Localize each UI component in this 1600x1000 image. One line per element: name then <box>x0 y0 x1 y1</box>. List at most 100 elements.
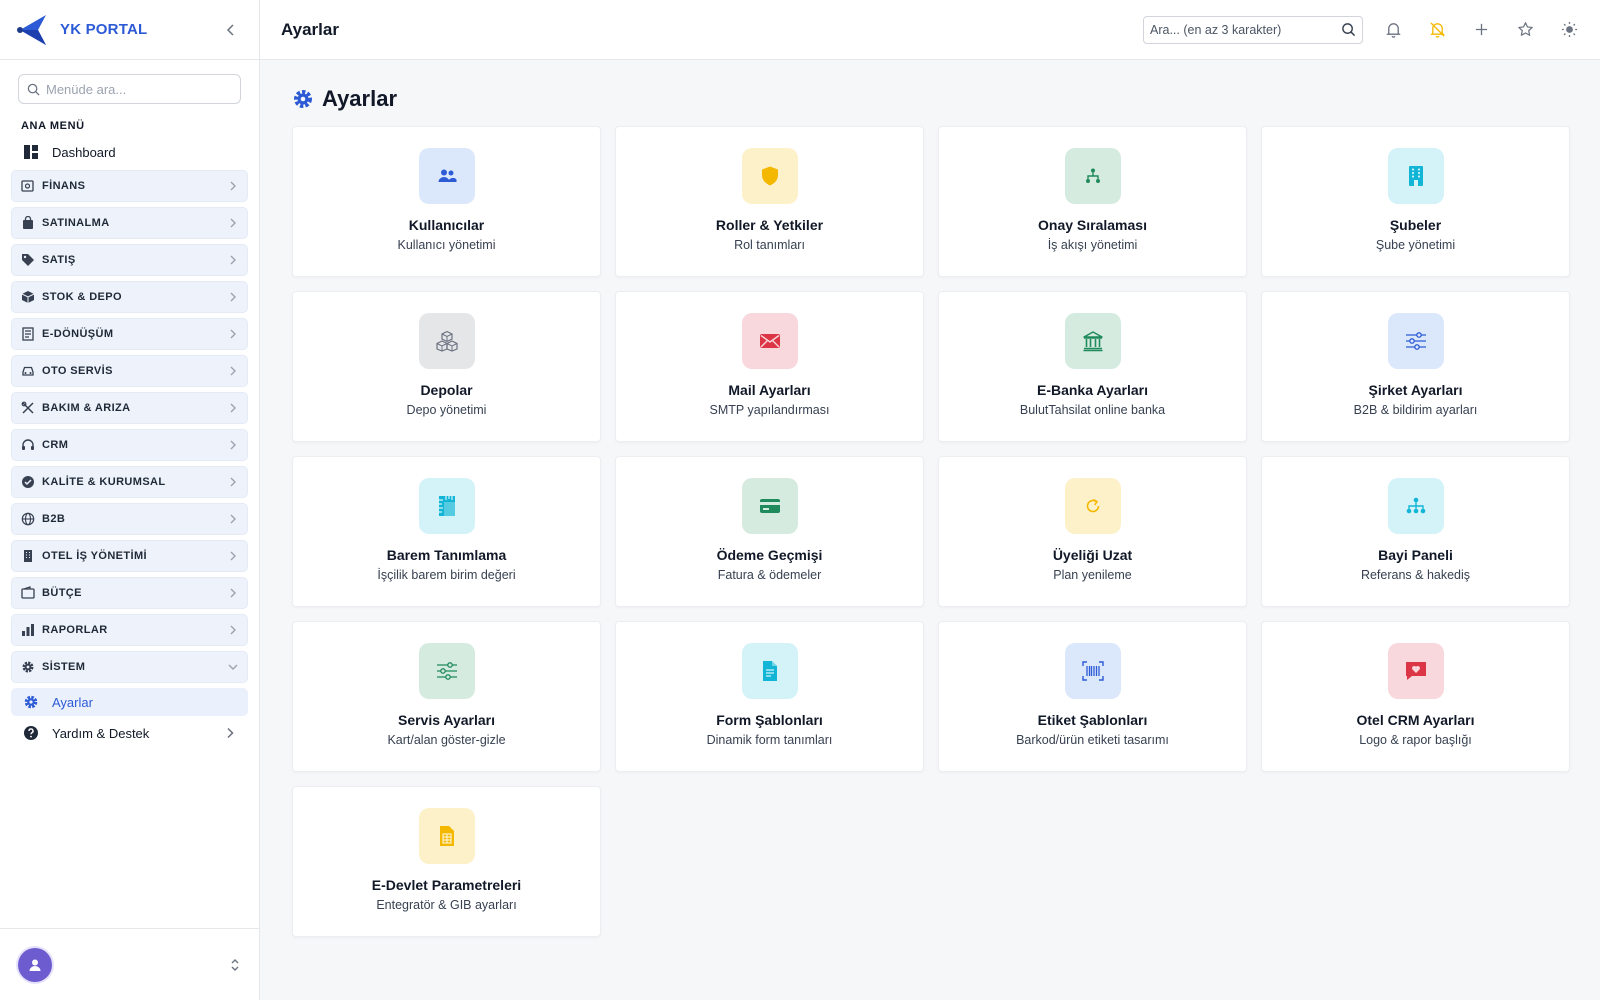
card-subtitle: Kullanıcı yönetimi <box>397 238 496 252</box>
notifications-button[interactable] <box>1383 20 1403 40</box>
account-menu-toggle[interactable] <box>229 958 241 972</box>
settings-card-form-sablonlari[interactable]: Form Şablonları Dinamik form tanımları <box>615 621 924 772</box>
sidebar-group-finans[interactable]: FİNANS <box>11 170 248 202</box>
chevron-right-icon <box>228 403 238 413</box>
card-icon-tile <box>418 808 475 864</box>
credit-card-icon <box>759 499 780 513</box>
menu-search-input[interactable] <box>46 81 226 97</box>
logo-icon <box>17 14 46 45</box>
sidebar-group-label: BAKIM & ARIZA <box>42 402 131 414</box>
card-title: Barem Tanımlama <box>386 547 507 563</box>
sidebar-group-oto-servis[interactable]: OTO SERVİS <box>11 355 248 387</box>
sidebar-group-label: SİSTEM <box>42 661 86 673</box>
card-subtitle: İşçilik barem birim değeri <box>377 568 516 582</box>
sidebar-item-ayarlar[interactable]: Ayarlar <box>11 688 248 716</box>
sidebar-group-stok-depo[interactable]: STOK & DEPO <box>11 281 248 313</box>
favorites-button[interactable] <box>1515 20 1535 40</box>
card-icon-tile <box>1064 643 1121 699</box>
settings-card-mail-ayarlari[interactable]: Mail Ayarları SMTP yapılandırması <box>615 291 924 442</box>
sidebar-group-kalite-kurumsal[interactable]: KALİTE & KURUMSAL <box>11 466 248 498</box>
sidebar-group-satis[interactable]: SATIŞ <box>11 244 248 276</box>
menu-search[interactable] <box>18 74 241 104</box>
topbar-title: Ayarlar <box>281 19 339 39</box>
file-text-icon <box>762 661 777 681</box>
card-title: Onay Sıralaması <box>1038 217 1147 233</box>
wallet-icon <box>21 586 35 600</box>
sidebar-item-dashboard[interactable]: Dashboard <box>11 138 248 166</box>
card-title: Otel CRM Ayarları <box>1356 712 1475 728</box>
card-subtitle: SMTP yapılandırması <box>709 403 830 417</box>
chevron-up-down-icon <box>231 958 239 971</box>
settings-card-uyeligi-uzat[interactable]: Üyeliği Uzat Plan yenileme <box>938 456 1247 607</box>
sidebar-group-label: BÜTÇE <box>42 587 82 599</box>
sidebar-item-label: Yardım & Destek <box>52 725 150 741</box>
sidebar-group-raporlar[interactable]: RAPORLAR <box>11 614 248 646</box>
avatar[interactable] <box>18 947 52 982</box>
settings-card-etiket-sablonlari[interactable]: Etiket Şablonları Barkod/ürün etiketi ta… <box>938 621 1247 772</box>
document-list-icon <box>21 327 35 341</box>
card-icon-tile <box>1064 313 1121 369</box>
gear-icon <box>24 695 38 709</box>
sidebar-item-help[interactable]: Yardım & Destek <box>11 718 248 748</box>
sun-icon <box>1561 21 1577 38</box>
card-subtitle: Kart/alan göster-gizle <box>387 733 506 747</box>
card-title: Şubeler <box>1389 217 1442 233</box>
card-title: Şirket Ayarları <box>1368 382 1463 398</box>
sidebar-group-bakim-ariza[interactable]: BAKIM & ARIZA <box>11 392 248 424</box>
theme-toggle-button[interactable] <box>1559 20 1579 40</box>
barcode-icon <box>1081 661 1104 681</box>
card-subtitle: Barkod/ürün etiketi tasarımı <box>1016 733 1169 747</box>
sidebar-group-b2b[interactable]: B2B <box>11 503 248 535</box>
card-icon-tile <box>741 148 798 204</box>
plus-icon <box>1475 23 1487 36</box>
settings-card-depolar[interactable]: Depolar Depo yönetimi <box>292 291 601 442</box>
global-search-input[interactable] <box>1150 22 1341 37</box>
chevron-right-icon <box>228 625 238 635</box>
star-icon <box>1517 22 1533 36</box>
settings-card-roller-yetkiler[interactable]: Roller & Yetkiler Rol tanımları <box>615 126 924 277</box>
card-icon-tile <box>418 148 475 204</box>
settings-card-sirket-ayarlari[interactable]: Şirket Ayarları B2B & bildirim ayarları <box>1261 291 1570 442</box>
global-search[interactable] <box>1143 15 1363 44</box>
settings-card-kullanicilar[interactable]: Kullanıcılar Kullanıcı yönetimi <box>292 126 601 277</box>
settings-card-e-banka-ayarlari[interactable]: E-Banka Ayarları BulutTahsilat online ba… <box>938 291 1247 442</box>
card-subtitle: BulutTahsilat online banka <box>1019 403 1166 417</box>
settings-card-odeme-gecmisi[interactable]: Ödeme Geçmişi Fatura & ödemeler <box>615 456 924 607</box>
collapse-sidebar-button[interactable] <box>219 18 243 42</box>
card-icon-tile <box>418 643 475 699</box>
sidebar-group-sistem[interactable]: SİSTEM <box>11 651 248 683</box>
card-icon-tile <box>1387 643 1444 699</box>
settings-card-otel-crm-ayarlari[interactable]: Otel CRM Ayarları Logo & rapor başlığı <box>1261 621 1570 772</box>
sidebar-group-label: SATINALMA <box>42 217 110 229</box>
card-subtitle: Logo & rapor başlığı <box>1359 733 1472 747</box>
hierarchy-icon <box>1085 168 1100 183</box>
settings-card-onay-siralamasi[interactable]: Onay Sıralaması İş akışı yönetimi <box>938 126 1247 277</box>
chevron-right-icon <box>228 292 238 302</box>
chevron-right-icon <box>228 366 238 376</box>
settings-card-barem-tanimlama[interactable]: Barem Tanımlama İşçilik barem birim değe… <box>292 456 601 607</box>
spreadsheet-icon <box>439 826 454 846</box>
building-icon <box>21 549 35 563</box>
sidebar-group-label: CRM <box>42 439 69 451</box>
search-icon[interactable] <box>1341 22 1356 37</box>
card-icon-tile <box>418 478 475 534</box>
sidebar-group-e-donusum[interactable]: E-DÖNÜŞÜM <box>11 318 248 350</box>
settings-card-bayi-paneli[interactable]: Bayi Paneli Referans & hakediş <box>1261 456 1570 607</box>
chevron-left-icon <box>226 23 234 36</box>
gear-icon <box>21 660 35 674</box>
sidebar-footer <box>0 928 259 1000</box>
sidebar-group-label: OTO SERVİS <box>42 365 113 377</box>
settings-card-subeler[interactable]: Şubeler Şube yönetimi <box>1261 126 1570 277</box>
ruler-icon <box>438 496 455 516</box>
sidebar-group-crm[interactable]: CRM <box>11 429 248 461</box>
add-button[interactable] <box>1471 20 1491 40</box>
sidebar-group-otel-is-yonetimi[interactable]: OTEL İŞ YÖNETİMİ <box>11 540 248 572</box>
sidebar-group-butce[interactable]: BÜTÇE <box>11 577 248 609</box>
settings-card-servis-ayarlari[interactable]: Servis Ayarları Kart/alan göster-gizle <box>292 621 601 772</box>
chevron-right-icon <box>228 181 238 191</box>
mute-notifications-button[interactable] <box>1427 20 1447 40</box>
settings-card-e-devlet-parametreleri[interactable]: E-Devlet Parametreleri Entegratör & GIB … <box>292 786 601 937</box>
section-title: ANA MENÜ <box>21 120 85 132</box>
card-title: E-Devlet Parametreleri <box>371 877 522 893</box>
sidebar-group-satinalma[interactable]: SATINALMA <box>11 207 248 239</box>
